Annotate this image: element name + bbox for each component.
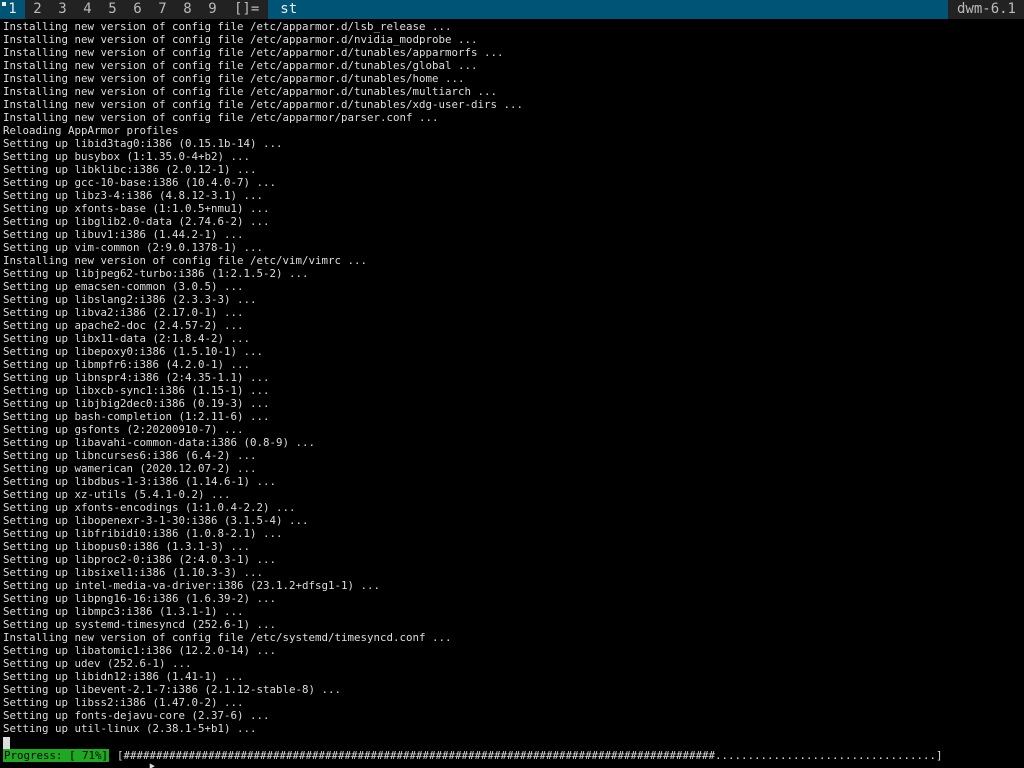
terminal-line: Setting up fonts-dejavu-core (2.37-6) ..… xyxy=(3,709,270,722)
tag-2[interactable]: 2 xyxy=(25,0,50,19)
apt-progress-row: Progress: [ 71%] [######################… xyxy=(3,749,943,762)
terminal-cursor xyxy=(3,737,10,749)
tag-label: 7 xyxy=(158,1,167,17)
terminal-line: Installing new version of config file /e… xyxy=(3,631,452,644)
terminal-line: Setting up wamerican (2020.12.07-2) ... xyxy=(3,462,257,475)
terminal-line: Setting up libopenexr-3-1-30:i386 (3.1.5… xyxy=(3,514,309,527)
terminal-line: Setting up libopus0:i386 (1.3.1-3) ... xyxy=(3,540,251,553)
window-title[interactable]: st xyxy=(268,0,948,19)
terminal-line: Installing new version of config file /e… xyxy=(3,46,504,59)
tag-6[interactable]: 6 xyxy=(125,0,150,19)
terminal-line: Installing new version of config file /e… xyxy=(3,111,439,124)
terminal-line: Setting up xz-utils (5.4.1-0.2) ... xyxy=(3,488,231,501)
terminal-line: Setting up intel-media-va-driver:i386 (2… xyxy=(3,579,381,592)
terminal-line: Setting up util-linux (2.38.1-5+b1) ... xyxy=(3,722,257,735)
terminal-line: Setting up libatomic1:i386 (12.2.0-14) .… xyxy=(3,644,277,657)
terminal-line: Installing new version of config file /e… xyxy=(3,98,524,111)
terminal-line: Setting up libuv1:i386 (1.44.2-1) ... xyxy=(3,228,244,241)
tag-label: 6 xyxy=(133,1,142,17)
terminal-line: Setting up libid3tag0:i386 (0.15.1b-14) … xyxy=(3,137,283,150)
terminal-line: Installing new version of config file /e… xyxy=(3,85,498,98)
tag-7[interactable]: 7 xyxy=(150,0,175,19)
tag-3[interactable]: 3 xyxy=(50,0,75,19)
terminal-line: Setting up libss2:i386 (1.47.0-2) ... xyxy=(3,696,244,709)
terminal-line: Setting up systemd-timesyncd (252.6-1) .… xyxy=(3,618,277,631)
terminal-output: Installing new version of config file /e… xyxy=(3,20,523,735)
terminal-line: Setting up libxcb-sync1:i386 (1.15-1) ..… xyxy=(3,384,270,397)
terminal-line: Setting up emacsen-common (3.0.5) ... xyxy=(3,280,244,293)
progress-label: Progress: [ 71%] xyxy=(3,749,110,762)
terminal-line: Setting up vim-common (2:9.0.1378-1) ... xyxy=(3,241,264,254)
tag-4[interactable]: 4 xyxy=(75,0,100,19)
tag-8[interactable]: 8 xyxy=(175,0,200,19)
terminal-line: Setting up libproc2-0:i386 (2:4.0.3-1) .… xyxy=(3,553,277,566)
tag-1[interactable]: 1 xyxy=(0,0,25,19)
tag-label: 3 xyxy=(58,1,67,17)
terminal-line: Setting up libfribidi0:i386 (1.0.8-2.1) … xyxy=(3,527,283,540)
terminal-line: Setting up libmpc3:i386 (1.3.1-1) ... xyxy=(3,605,244,618)
terminal-line: Setting up libpng16-16:i386 (1.6.39-2) .… xyxy=(3,592,277,605)
terminal-line: Reloading AppArmor profiles xyxy=(3,124,179,137)
terminal-line: Setting up udev (252.6-1) ... xyxy=(3,657,192,670)
status-text[interactable]: dwm-6.1 xyxy=(947,0,1024,19)
occupied-indicator xyxy=(2,2,6,6)
terminal-line: Setting up libepoxy0:i386 (1.5.10-1) ... xyxy=(3,345,264,358)
terminal-line: Setting up libx11-data (2:1.8.4-2) ... xyxy=(3,332,251,345)
terminal-line: Setting up libjpeg62-turbo:i386 (1:2.1.5… xyxy=(3,267,309,280)
terminal-line: Installing new version of config file /e… xyxy=(3,20,452,33)
terminal-line: Setting up libva2:i386 (2.17.0-1) ... xyxy=(3,306,244,319)
terminal-line: Installing new version of config file /e… xyxy=(3,72,465,85)
dwm-status-bar: 1 2 3 4 5 6 7 8 9 []= st dwm-6.1 xyxy=(0,0,1024,19)
terminal-line: Setting up libevent-2.1-7:i386 (2.1.12-s… xyxy=(3,683,342,696)
terminal-line: Installing new version of config file /e… xyxy=(3,59,478,72)
terminal-line: Setting up apache2-doc (2.4.57-2) ... xyxy=(3,319,244,332)
terminal-line: Setting up xfonts-base (1:1.0.5+nmu1) ..… xyxy=(3,202,270,215)
tag-label: 8 xyxy=(183,1,192,17)
layout-symbol[interactable]: []= xyxy=(225,0,268,19)
tag-9[interactable]: 9 xyxy=(200,0,225,19)
terminal-line: Setting up libglib2.0-data (2.74.6-2) ..… xyxy=(3,215,270,228)
tag-label: 1 xyxy=(8,1,17,17)
terminal-line: Installing new version of config file /e… xyxy=(3,33,478,46)
terminal-line: Setting up libsixel1:i386 (1.10.3-3) ... xyxy=(3,566,264,579)
tag-label: 5 xyxy=(108,1,117,17)
terminal-line: Setting up gcc-10-base:i386 (10.4.0-7) .… xyxy=(3,176,277,189)
terminal-line: Setting up libmpfr6:i386 (4.2.0-1) ... xyxy=(3,358,251,371)
tag-5[interactable]: 5 xyxy=(100,0,125,19)
terminal-line: Setting up libncurses6:i386 (6.4-2) ... xyxy=(3,449,257,462)
terminal-line: Setting up gsfonts (2:20200910-7) ... xyxy=(3,423,244,436)
terminal-window[interactable]: Installing new version of config file /e… xyxy=(0,19,1024,768)
tag-label: 2 xyxy=(33,1,42,17)
terminal-line: Setting up libz3-4:i386 (4.8.12-3.1) ... xyxy=(3,189,264,202)
tag-label: 9 xyxy=(208,1,217,17)
terminal-line: Setting up libslang2:i386 (2.3.3-3) ... xyxy=(3,293,257,306)
terminal-line: Setting up busybox (1:1.35.0-4+b2) ... xyxy=(3,150,251,163)
terminal-line: Setting up libklibc:i386 (2.0.12-1) ... xyxy=(3,163,257,176)
terminal-line: Installing new version of config file /e… xyxy=(3,254,368,267)
terminal-line: Setting up xfonts-encodings (1:1.0.4-2.2… xyxy=(3,501,296,514)
progress-bar: [#######################################… xyxy=(117,749,943,762)
terminal-line: Setting up libjbig2dec0:i386 (0.19-3) ..… xyxy=(3,397,270,410)
terminal-line: Setting up libdbus-1-3:i386 (1.14.6-1) .… xyxy=(3,475,277,488)
terminal-line: Setting up libnspr4:i386 (2:4.35-1.1) ..… xyxy=(3,371,270,384)
terminal-line: Setting up bash-completion (1:2.11-6) ..… xyxy=(3,410,270,423)
tag-label: 4 xyxy=(83,1,92,17)
terminal-line: Setting up libavahi-common-data:i386 (0.… xyxy=(3,436,316,449)
terminal-line: Setting up libidn12:i386 (1.41-1) ... xyxy=(3,670,244,683)
